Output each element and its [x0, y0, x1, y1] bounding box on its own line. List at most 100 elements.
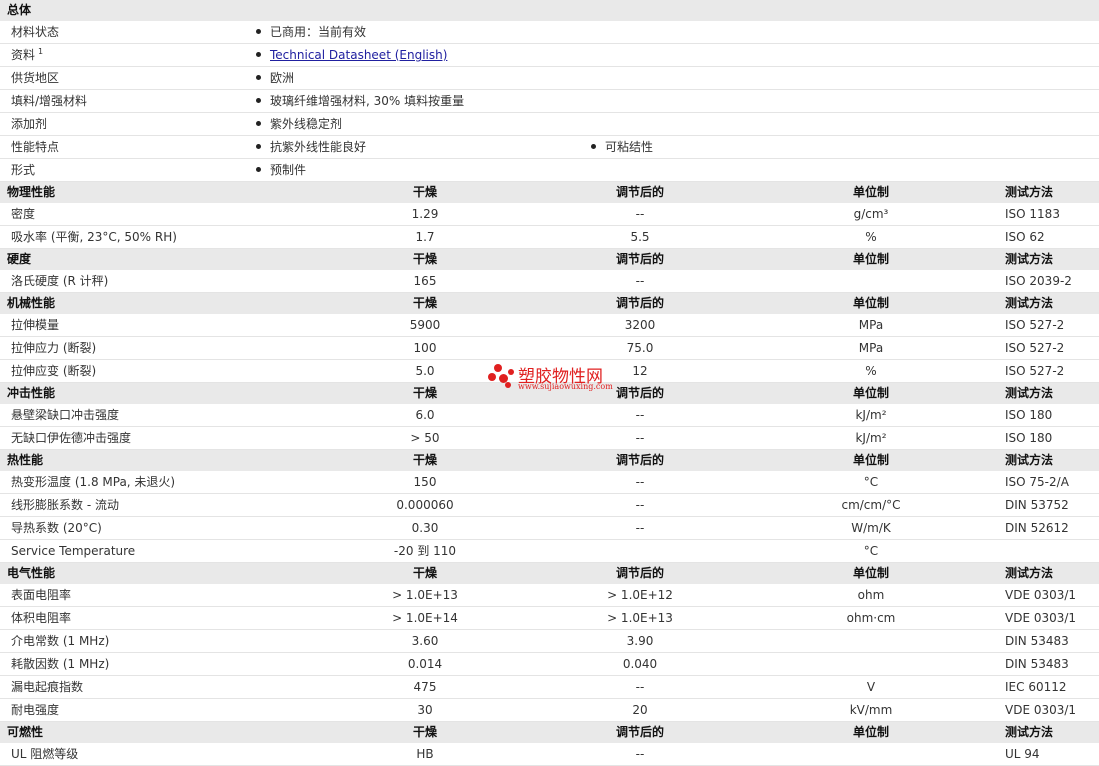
value-conditioned: -- [635, 680, 645, 694]
bullet-dot-icon [256, 144, 261, 149]
value-test-method: ISO 180 [1005, 431, 1053, 445]
table-row: 漏电起痕指数 475 -- V IEC 60112 [0, 676, 1099, 699]
table-row: 耗散因数 (1 MHz) 0.014 0.040 DIN 53483 [0, 653, 1099, 676]
value-conditioned: -- [635, 475, 645, 489]
col-header-conditioned: 调节后的 [615, 386, 664, 400]
col-header-unit: 单位制 [852, 296, 889, 310]
value-conditioned: 12 [632, 364, 648, 378]
section-title: 可燃性 [7, 725, 44, 739]
property-label: 拉伸应变 (断裂) [11, 364, 97, 378]
value-test-method: ISO 527-2 [1005, 341, 1065, 355]
property-label: 资料 [11, 48, 36, 62]
col-header-dry: 干燥 [412, 296, 437, 310]
value-dry: 475 [413, 680, 437, 694]
col-header-test-method: 测试方法 [1005, 296, 1054, 310]
section-title: 机械性能 [7, 296, 56, 310]
value-test-method: DIN 52612 [1005, 521, 1069, 535]
col-header-conditioned: 调节后的 [615, 453, 664, 467]
col-header-test-method: 测试方法 [1005, 566, 1054, 580]
value-test-method: ISO 527-2 [1005, 318, 1065, 332]
value-dry: 100 [413, 341, 437, 355]
value-unit: MPa [858, 318, 884, 332]
property-label: 线形膨胀系数 - 流动 [11, 498, 119, 512]
section-title: 热性能 [7, 453, 44, 467]
bullet-dot-icon [256, 167, 261, 172]
bullet-dot-icon [256, 29, 261, 34]
bullet-text: 欧洲 [270, 71, 295, 85]
property-label: 耗散因数 (1 MHz) [11, 657, 110, 671]
table-row: 线形膨胀系数 - 流动 0.000060 -- cm/cm/°C DIN 53752 [0, 494, 1099, 517]
table-row: 添加剂 紫外线稳定剂 [0, 113, 1099, 136]
value-test-method: ISO 1183 [1005, 207, 1060, 221]
col-header-test-method: 测试方法 [1005, 386, 1054, 400]
bullet-item: 欧洲 [256, 67, 294, 90]
col-header-unit: 单位制 [852, 453, 889, 467]
property-label: 介电常数 (1 MHz) [11, 634, 110, 648]
property-label: 耐电强度 [11, 703, 60, 717]
value-dry: -20 到 110 [393, 544, 457, 558]
value-dry: 5900 [409, 318, 441, 332]
property-label: 洛氏硬度 (R 计秤) [11, 274, 109, 288]
property-label: 拉伸模量 [11, 318, 60, 332]
value-unit: % [865, 364, 877, 378]
col-header-unit: 单位制 [852, 725, 889, 739]
value-dry: 1.29 [411, 207, 439, 221]
bullet-text: 玻璃纤维增强材料, 30% 填料按重量 [270, 94, 465, 108]
value-dry: 165 [413, 274, 437, 288]
value-test-method: VDE 0303/1 [1005, 588, 1077, 602]
bullet-text: 预制件 [270, 163, 307, 177]
property-label: 导热系数 (20°C) [11, 521, 102, 535]
table-row: 无缺口伊佐德冲击强度 > 50 -- kJ/m² ISO 180 [0, 427, 1099, 450]
property-label: 形式 [11, 163, 36, 177]
col-header-conditioned: 调节后的 [615, 252, 664, 266]
bullet-item: 可粘结性 [591, 136, 653, 159]
property-label: 吸水率 (平衡, 23°C, 50% RH) [11, 230, 177, 244]
property-label: 供货地区 [11, 71, 60, 85]
table-row: 悬壁梁缺口冲击强度 6.0 -- kJ/m² ISO 180 [0, 404, 1099, 427]
table-row: 拉伸模量 5900 3200 MPa ISO 527-2 [0, 314, 1099, 337]
value-unit: MPa [858, 341, 884, 355]
property-label: 性能特点 [11, 140, 60, 154]
value-test-method: VDE 0303/1 [1005, 611, 1077, 625]
value-dry: 30 [417, 703, 433, 717]
col-header-dry: 干燥 [412, 386, 437, 400]
bullet-item: 抗紫外线性能良好 [256, 136, 366, 159]
value-test-method: ISO 527-2 [1005, 364, 1065, 378]
value-dry: > 50 [410, 431, 440, 445]
col-header-conditioned: 调节后的 [615, 296, 664, 310]
property-label: 填料/增强材料 [11, 94, 88, 108]
table-row: 吸水率 (平衡, 23°C, 50% RH) 1.7 5.5% ISO 62 [0, 226, 1099, 249]
table-row: 耐电强度 30 20 kV/mm VDE 0303/1 [0, 699, 1099, 722]
value-conditioned: -- [635, 274, 645, 288]
value-test-method: UL 94 [1005, 747, 1040, 761]
value-unit: ohm·cm [846, 611, 896, 625]
value-unit: cm/cm/°C [841, 498, 901, 512]
table-row: 材料状态 已商用：当前有效 [0, 21, 1099, 44]
value-conditioned: > 1.0E+12 [607, 588, 673, 602]
value-dry: 0.000060 [396, 498, 454, 512]
value-dry: > 1.0E+14 [392, 611, 458, 625]
value-conditioned: -- [635, 431, 645, 445]
col-header-unit: 单位制 [852, 252, 889, 266]
value-conditioned: 20 [632, 703, 648, 717]
section-header-electrical: 电气性能 干燥 调节后的 单位制 测试方法 [0, 563, 1099, 584]
value-unit: kJ/m² [855, 431, 887, 445]
col-header-test-method: 测试方法 [1005, 252, 1054, 266]
value-dry: 3.60 [411, 634, 439, 648]
col-header-test-method: 测试方法 [1005, 453, 1054, 467]
value-conditioned: 75.0 [626, 341, 654, 355]
value-unit: ohm [857, 588, 885, 602]
table-row: 密度 1.29 -- g/cm³ ISO 1183 [0, 203, 1099, 226]
bullet-dot-icon [256, 52, 261, 57]
value-dry: 1.7 [415, 230, 435, 244]
col-header-unit: 单位制 [852, 566, 889, 580]
footnote-marker: 1 [38, 47, 44, 56]
value-test-method: IEC 60112 [1005, 680, 1067, 694]
datasheet-link[interactable]: Technical Datasheet (English) [270, 48, 447, 62]
value-unit: kV/mm [849, 703, 893, 717]
property-label: 悬壁梁缺口冲击强度 [11, 408, 120, 422]
section-title: 总体 [7, 3, 32, 17]
table-row: 表面电阻率 > 1.0E+13 > 1.0E+12 ohm VDE 0303/1 [0, 584, 1099, 607]
section-title: 硬度 [7, 252, 32, 266]
col-header-dry: 干燥 [412, 185, 437, 199]
